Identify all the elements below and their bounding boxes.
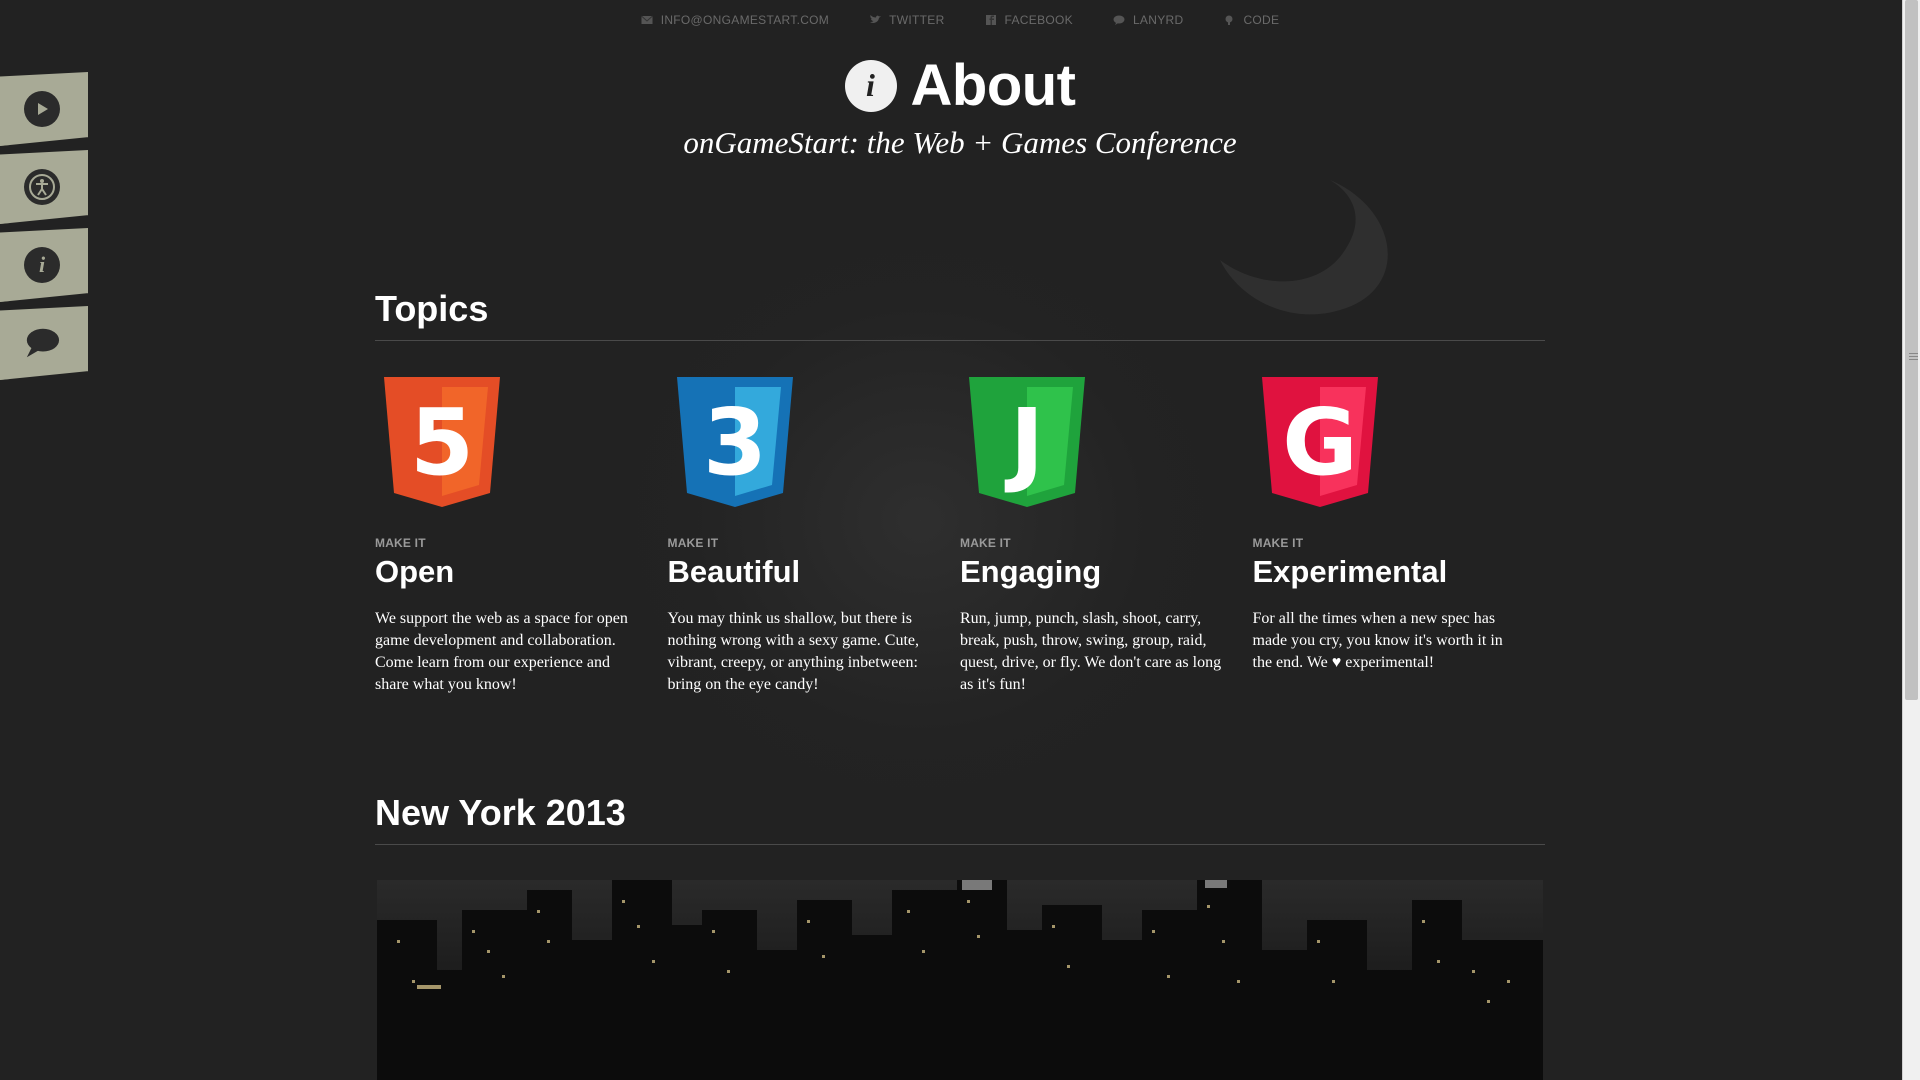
accessibility-icon [24,169,60,205]
newyork-section: New York 2013 [375,792,1545,845]
sidenav-info-tab[interactable]: i [0,228,88,302]
topic-title: Engaging [960,554,1102,589]
facebook-icon [985,15,996,25]
sidenav-accessibility-tab[interactable] [0,150,88,224]
email-link[interactable]: INFO@ONGAMESTART.COM [640,10,830,30]
svg-text:5: 5 [410,389,474,496]
topics-heading: Topics [375,288,1545,341]
topic-description: You may think us shallow, but there is n… [667,610,920,693]
topic-kicker: MAKE IT [960,536,1011,550]
html5-shield-icon: 5 [384,377,500,507]
twitter-icon [870,15,882,23]
about-info-icon: i [844,59,897,112]
lanyrd-icon [1113,15,1125,25]
lanyrd-link-label: LANYRD [1132,13,1184,27]
lanyrd-link[interactable]: LANYRD [1113,10,1183,30]
scrollbar-grip-icon [1909,353,1918,360]
svg-text:3: 3 [702,389,766,496]
javascript-shield-icon: J [969,377,1085,507]
topics-section: Topics 5 MAKE IT Open We support the web… [375,288,1545,696]
twitter-link-label: TWITTER [889,13,945,27]
svg-text:J: J [1004,389,1044,496]
code-link-label: CODE [1243,13,1280,27]
sidenav-chat-tab[interactable] [0,306,88,380]
page-header: i About onGameStart: the Web + Games Con… [0,52,1920,161]
title-row: i About [844,52,1077,119]
newyork-heading: New York 2013 [375,792,1545,845]
topic-open: 5 MAKE IT Open We support the web as a s… [375,377,668,696]
topic-description: We support the web as a space for open g… [375,610,628,693]
twitter-link[interactable]: TWITTER [869,10,944,30]
code-icon [1225,15,1233,25]
topic-description: Run, jump, punch, slash, shoot, carry, b… [960,610,1222,693]
scrollbar-thumb[interactable] [1905,0,1918,700]
facebook-link-label: FACEBOOK [1004,13,1073,27]
email-link-label: INFO@ONGAMESTART.COM [660,13,830,27]
topic-kicker: MAKE IT [1252,536,1304,550]
topic-beautiful: 3 MAKE IT Beautiful You may think us sha… [668,377,961,696]
topic-description: For all the times when a new spec has ma… [1252,610,1503,671]
svg-text:G: G [1282,389,1358,496]
topics-grid: 5 MAKE IT Open We support the web as a s… [375,377,1545,696]
topic-title: Open [375,554,455,589]
topic-experimental: G MAKE IT Experimental For all the times… [1253,377,1546,696]
topic-kicker: MAKE IT [375,536,426,550]
css3-shield-icon: 3 [676,377,793,507]
page-subtitle: onGameStart: the Web + Games Conference [683,125,1237,160]
topic-engaging: J MAKE IT Engaging Run, jump, punch, sla… [960,377,1253,696]
speech-bubble-icon [24,325,60,361]
skyline-illustration [377,880,1543,1080]
topic-kicker: MAKE IT [667,536,719,550]
topic-title: Experimental [1252,554,1448,589]
top-links-bar: INFO@ONGAMESTART.COM TWITTER FACEBOOK LA… [0,10,1920,30]
facebook-link[interactable]: FACEBOOK [985,10,1073,30]
page-title: About [910,53,1077,118]
vertical-scrollbar[interactable] [1902,0,1920,1080]
mail-icon [640,15,653,24]
info-icon: i [24,247,60,283]
topic-title: Beautiful [667,554,801,589]
code-link[interactable]: CODE [1223,10,1279,30]
new-york-skyline-image [377,880,1543,1080]
games-shield-icon: G [1261,377,1378,507]
